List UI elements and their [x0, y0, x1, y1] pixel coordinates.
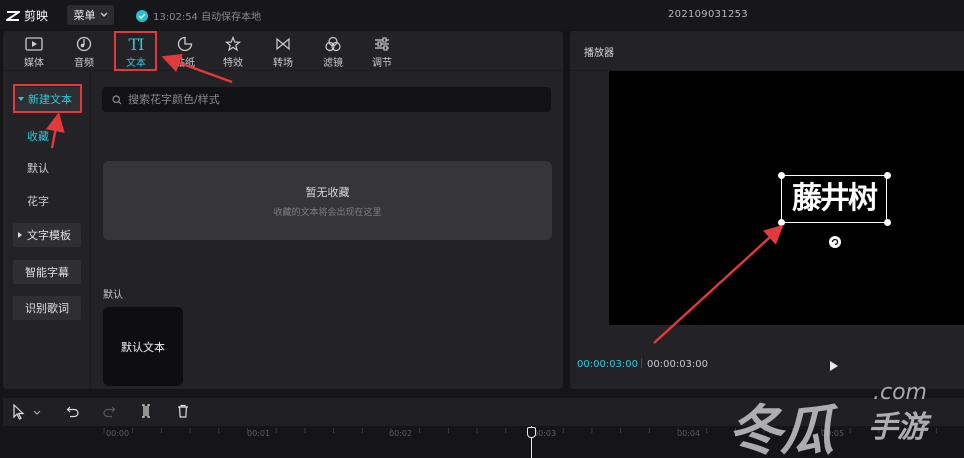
text-template-group[interactable]: 文字模板	[13, 223, 81, 247]
capcut-logo-icon	[6, 10, 20, 21]
watermark-main: 冬瓜	[728, 399, 834, 458]
chevron-down-icon[interactable]	[33, 410, 41, 416]
tab-filter-label: 滤镜	[323, 58, 343, 69]
redo-icon	[103, 406, 116, 418]
annotation-box-text-tab	[114, 31, 157, 71]
watermark-sub: 手游	[868, 410, 927, 445]
tab-effects-label: 特效	[223, 58, 243, 69]
resize-handle-top-left[interactable]	[778, 172, 785, 179]
autosave-text: 13:02:54 自动保存本地	[153, 12, 262, 23]
app-logo: 剪映	[6, 7, 48, 24]
app-name: 剪映	[24, 9, 49, 23]
check-icon	[136, 9, 148, 22]
app-window: 剪映 菜单 13:02:54 自动保存本地 202109031253 媒体 音频	[0, 0, 964, 458]
tab-adjust-label: 调节	[372, 58, 392, 69]
select-cursor-icon[interactable]	[12, 404, 26, 420]
undo-icon[interactable]	[66, 404, 80, 418]
annotation-box-new-text	[13, 84, 82, 113]
category-toolbar: 媒体 音频 TI 文本 贴纸 特效 转场 滤镜 调节	[3, 31, 563, 71]
search-bar[interactable]	[102, 87, 551, 112]
tab-filter[interactable]: 滤镜	[311, 34, 355, 70]
preview-text: 藤井树	[792, 181, 878, 216]
chevron-down-icon	[100, 12, 107, 17]
tab-transition[interactable]: 转场	[261, 34, 305, 70]
audio-icon	[76, 36, 92, 52]
time-separator: |	[640, 358, 644, 369]
sidebar-item-favorites[interactable]: 收藏	[27, 128, 49, 144]
player-title: 播放器	[584, 48, 614, 59]
project-name: 202109031253	[668, 9, 748, 20]
empty-title: 暂无收藏	[305, 185, 350, 199]
resize-handle-bottom-right[interactable]	[884, 219, 891, 226]
favorites-empty-state: 暂无收藏 收藏的文本将会出现在这里	[103, 161, 552, 240]
default-text-card[interactable]: 默认文本	[103, 307, 183, 386]
site-watermark: 冬瓜 .com 手游	[728, 380, 960, 458]
tab-transition-label: 转场	[273, 58, 293, 69]
smart-subtitle-button[interactable]: 智能字幕	[13, 260, 81, 284]
rotate-icon[interactable]	[829, 236, 841, 248]
text-template-label: 文字模板	[27, 229, 71, 242]
resize-handle-top-right[interactable]	[884, 172, 891, 179]
tab-media[interactable]: 媒体	[12, 34, 56, 70]
player-panel: 播放器 藤井树 00:00:03:00 | 00:00:03:00	[570, 31, 964, 389]
preview-screen[interactable]: 藤井树	[609, 71, 964, 325]
menu-button[interactable]: 菜单	[67, 5, 114, 25]
default-section-title: 默认	[103, 290, 123, 301]
title-bar: 剪映 菜单 13:02:54 自动保存本地 202109031253	[0, 0, 964, 30]
playhead-handle[interactable]	[527, 427, 536, 438]
autosave-status: 13:02:54 自动保存本地	[136, 8, 261, 23]
tab-sticker-label: 贴纸	[175, 58, 195, 69]
sticker-icon	[177, 36, 193, 52]
tab-sticker[interactable]: 贴纸	[163, 34, 207, 70]
split-icon[interactable]	[139, 404, 153, 418]
text-content: 收藏 暂无收藏 收藏的文本将会出现在这里 默认 默认文本 花字	[91, 72, 563, 419]
search-input[interactable]	[128, 93, 528, 106]
tab-effects[interactable]: 特效	[211, 34, 255, 70]
text-sidebar: 新建文本 收藏 默认 花字 文字模板 智能字幕 识别歌词	[3, 72, 91, 389]
sidebar-item-huazi[interactable]: 花字	[27, 193, 49, 209]
tab-media-label: 媒体	[24, 58, 44, 69]
text-selection-box[interactable]: 藤井树	[781, 175, 887, 223]
menu-label: 菜单	[73, 9, 96, 22]
caret-right-icon	[18, 232, 22, 238]
play-icon[interactable]	[829, 360, 839, 372]
search-icon	[112, 94, 122, 104]
delete-icon[interactable]	[176, 404, 190, 418]
current-time: 00:00:03:00	[577, 359, 639, 370]
sidebar-item-default[interactable]: 默认	[27, 160, 49, 176]
transition-icon	[276, 37, 290, 51]
empty-subtitle: 收藏的文本将会出现在这里	[273, 207, 382, 218]
total-time: 00:00:03:00	[647, 359, 709, 370]
resize-handle-bottom-left[interactable]	[778, 219, 785, 226]
materials-panel: 媒体 音频 TI 文本 贴纸 特效 转场 滤镜 调节 新建文本 收藏 默认 花字…	[3, 31, 563, 419]
adjust-icon	[375, 37, 389, 51]
media-icon	[25, 37, 43, 51]
tab-adjust[interactable]: 调节	[360, 34, 404, 70]
lyrics-recognition-button[interactable]: 识别歌词	[13, 296, 81, 320]
filter-icon	[325, 36, 341, 52]
tab-audio[interactable]: 音频	[62, 34, 106, 70]
effects-icon	[225, 36, 241, 52]
tab-audio-label: 音频	[74, 58, 94, 69]
